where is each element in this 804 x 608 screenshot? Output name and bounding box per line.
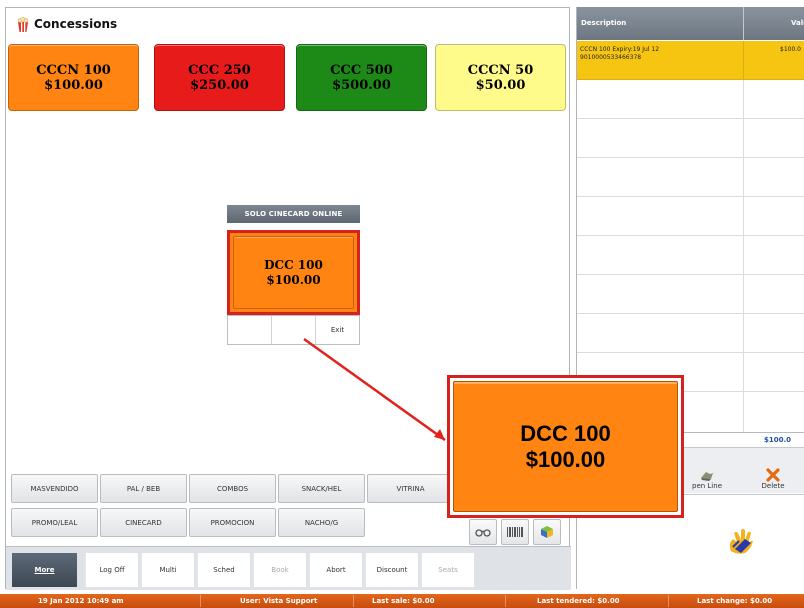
order-row-selected[interactable]: CCCN 100 Expiry:19 Jul 12 90100005334663… [577,41,804,80]
open-line-button[interactable]: pen Line [677,454,737,490]
order-item-card-number: 9010000533466378 [580,54,642,61]
glasses-icon [475,529,491,537]
category-snack-hel[interactable]: SNACK/HEL [278,474,365,503]
status-user: User: Vista Support [240,597,318,605]
category-cinecard[interactable]: CINECARD [100,508,187,537]
abort-button[interactable]: Abort [309,553,362,587]
title-bar: Concessions [6,8,569,42]
product-button-cccn-50[interactable]: CCCN 50 $50.00 [435,44,566,111]
status-last-change: Last change: $0.00 [697,597,773,605]
solo-group-footer: Exit [227,315,360,345]
column-header-value: Valu [791,19,804,27]
open-line-icon [701,472,713,481]
product-name: CCCN 100 [36,62,111,78]
product-button-ccc-500[interactable]: CCC 500 $500.00 [296,44,427,111]
product-button-dcc-100[interactable]: DCC 100 $100.00 [227,230,360,315]
category-promocion[interactable]: PROMOCION [189,508,276,537]
sched-button[interactable]: Sched [197,553,250,587]
cube-icon [541,526,553,538]
category-pal-beb[interactable]: PAL / BEB [100,474,187,503]
empty-slot [272,316,316,344]
barcode-icon [507,527,523,537]
status-bar: 19 Jan 2012 10:49 am User: Vista Support… [0,594,804,608]
category-vitrina[interactable]: VITRINA [367,474,454,503]
magnified-dcc-callout: DCC 100 $100.00 [447,375,684,518]
category-promo-leal[interactable]: PROMO/LEAL [11,508,98,537]
product-name: DCC 100 [264,257,323,272]
status-last-sale: Last sale: $0.00 [372,597,435,605]
product-button-cccn-100[interactable]: CCCN 100 $100.00 [8,44,139,111]
delete-button[interactable]: Delete [747,454,799,490]
product-price: $50.00 [475,77,526,93]
category-nacho-g[interactable]: NACHO/G [278,508,365,537]
product-name: CCCN 50 [467,62,534,78]
solo-cinecard-header: SOLO CINECARD ONLINE [227,205,360,223]
empty-slot [228,316,272,344]
barcode-button[interactable] [501,519,529,545]
category-masvendido[interactable]: MASVENDIDO [11,474,98,503]
product-button-ccc-250[interactable]: CCC 250 $250.00 [154,44,285,111]
cube-button[interactable] [533,519,561,545]
delete-label: Delete [761,482,785,490]
log-off-button[interactable]: Log Off [85,553,138,587]
window-title: Concessions [34,17,118,31]
bottom-nav: More Log Off Multi Sched Book Abort Disc… [6,546,571,590]
glasses-button[interactable] [469,519,497,545]
product-price: $500.00 [332,77,391,93]
column-header-description: Description [581,19,627,27]
status-datetime: 19 Jan 2012 10:49 am [38,597,124,605]
callout-item-price: $100.00 [525,446,606,472]
delete-icon [766,468,780,482]
book-button[interactable]: Book [253,553,306,587]
multi-button[interactable]: Multi [141,553,194,587]
product-name: CCC 250 [188,62,251,78]
product-price: $100.00 [44,77,103,93]
seats-button[interactable]: Seats [421,553,474,587]
callout-item-name: DCC 100 [520,420,611,446]
discount-button[interactable]: Discount [365,553,418,587]
order-table-header: Description Valu [577,7,804,40]
product-price: $250.00 [190,77,249,93]
exit-button[interactable]: Exit [316,316,359,344]
order-item-value: $100.0 [780,46,801,53]
order-total: $100.0 [764,436,792,444]
hand-icon [729,529,753,554]
status-last-tendered: Last tendered: $0.00 [537,597,620,605]
more-button[interactable]: More [12,553,77,587]
product-name: CCC 500 [330,62,393,78]
product-price: $100.00 [266,272,321,287]
magnified-dcc-button: DCC 100 $100.00 [453,381,678,512]
popcorn-icon [17,17,29,32]
open-line-label: pen Line [692,482,722,490]
category-combos[interactable]: COMBOS [189,474,276,503]
order-item-description: CCCN 100 Expiry:19 Jul 12 [580,46,660,53]
